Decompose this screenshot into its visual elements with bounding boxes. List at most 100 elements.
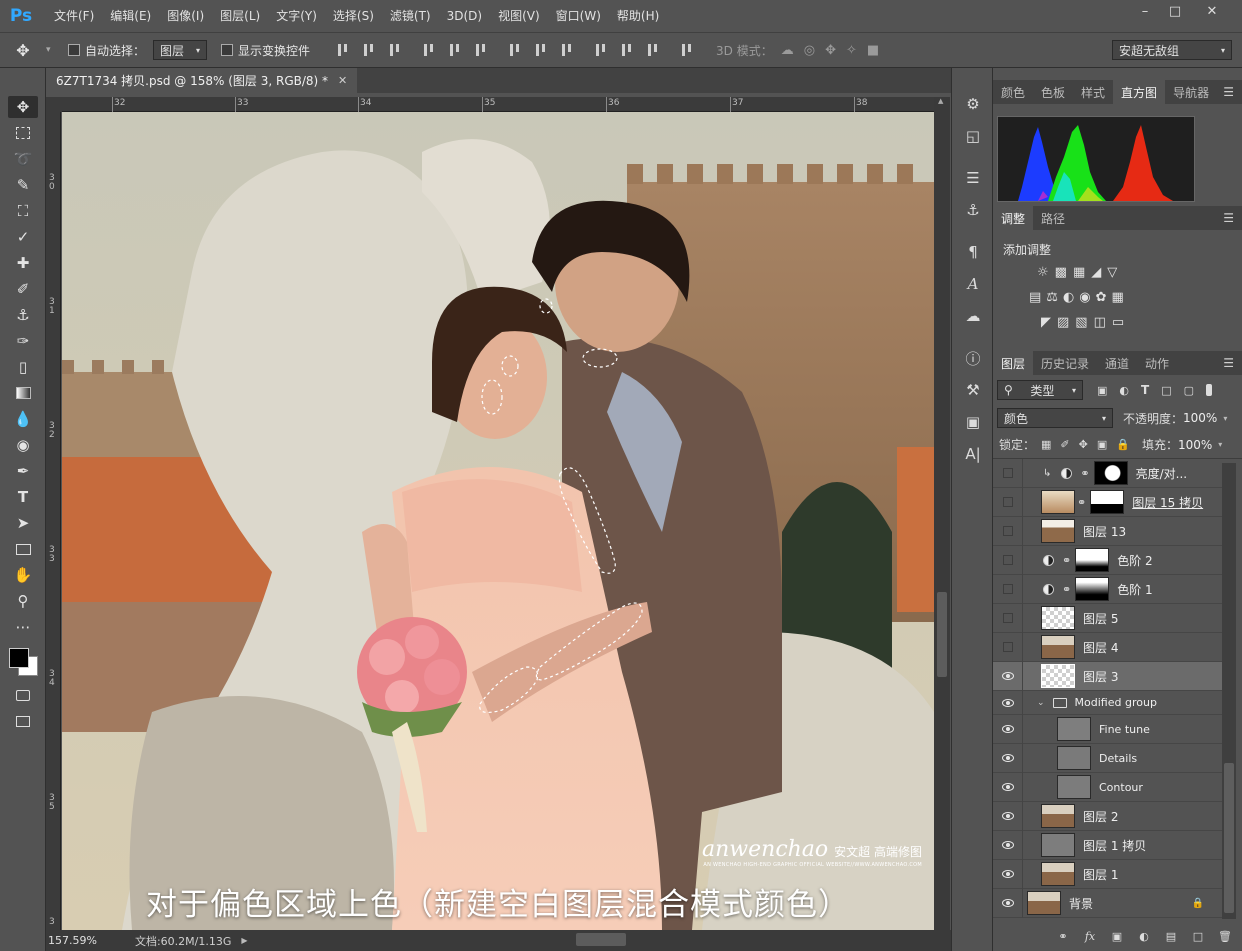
- add-mask-icon[interactable]: ▣: [1110, 930, 1124, 944]
- tab-styles[interactable]: 样式: [1073, 80, 1113, 104]
- align-left-icon[interactable]: [422, 42, 436, 58]
- lock-position-icon[interactable]: ✥: [1079, 438, 1088, 451]
- info-icon[interactable]: ⓘ: [958, 344, 988, 372]
- gradient-map-icon[interactable]: ▭: [1112, 315, 1124, 330]
- eyedropper-tool-icon[interactable]: ✓: [8, 226, 38, 248]
- fx-icon[interactable]: fx: [1083, 930, 1097, 944]
- layer-row[interactable]: Fine tune: [993, 714, 1222, 744]
- color-lookup-icon[interactable]: ▦: [1112, 290, 1124, 305]
- distribute-right-icon[interactable]: [646, 42, 660, 58]
- menu-help[interactable]: 帮助(H): [609, 0, 667, 32]
- photo-filter-icon[interactable]: ◉: [1079, 290, 1090, 305]
- auto-select-target-select[interactable]: 图层 ▾: [153, 40, 208, 60]
- zoom-level[interactable]: 157.59%: [48, 934, 97, 947]
- visibility-toggle[interactable]: [993, 574, 1023, 604]
- layer-row[interactable]: 图层 1: [993, 859, 1222, 889]
- align-bottom-icon[interactable]: [388, 42, 402, 58]
- status-menu-icon[interactable]: ▶: [241, 936, 247, 945]
- tab-color[interactable]: 颜色: [993, 80, 1033, 104]
- distribute-hcenter-icon[interactable]: [620, 42, 634, 58]
- lasso-tool-icon[interactable]: ➰: [8, 148, 38, 170]
- layer-row[interactable]: 图层 5: [993, 603, 1222, 633]
- opacity-value[interactable]: 100%: [1183, 411, 1217, 425]
- close-icon[interactable]: ✕: [1197, 0, 1227, 22]
- brightness-contrast-icon[interactable]: ☼: [1037, 265, 1049, 280]
- new-adjustment-icon[interactable]: ◐: [1137, 930, 1151, 944]
- color-balance-icon[interactable]: ⚖: [1046, 290, 1058, 305]
- visibility-toggle[interactable]: [993, 458, 1023, 488]
- doc-size[interactable]: 文档:60.2M/1.13G: [135, 933, 231, 949]
- tab-swatches[interactable]: 色板: [1033, 80, 1073, 104]
- close-tab-icon[interactable]: ✕: [338, 74, 347, 87]
- properties-icon[interactable]: ☰: [958, 164, 988, 192]
- visibility-toggle[interactable]: [993, 516, 1023, 546]
- layer-mask-thumbnail[interactable]: [1093, 461, 1128, 485]
- vertical-scrollbar[interactable]: ▲: [934, 97, 950, 930]
- align-top-icon[interactable]: [336, 42, 350, 58]
- quick-mask-icon[interactable]: [8, 684, 38, 706]
- healing-brush-tool-icon[interactable]: ✚: [8, 252, 38, 274]
- menu-3d[interactable]: 3D(D): [439, 0, 490, 32]
- visibility-toggle[interactable]: [993, 772, 1023, 802]
- fill-value[interactable]: 100%: [1178, 438, 1212, 452]
- black-white-icon[interactable]: ◐: [1063, 290, 1074, 305]
- gradient-tool-icon[interactable]: [8, 382, 38, 404]
- visibility-toggle[interactable]: [993, 859, 1023, 889]
- align-right-icon[interactable]: [474, 42, 488, 58]
- filter-pixel-icon[interactable]: ▣: [1097, 384, 1107, 397]
- show-transform-checkbox[interactable]: [221, 44, 234, 56]
- menu-layer[interactable]: 图层(L): [212, 0, 268, 32]
- visibility-toggle[interactable]: [993, 487, 1023, 517]
- layer-row[interactable]: 图层 2: [993, 801, 1222, 831]
- transform-icon[interactable]: ◱: [958, 122, 988, 150]
- filter-toggle-icon[interactable]: [1206, 384, 1213, 396]
- tab-paths[interactable]: 路径: [1033, 206, 1073, 230]
- move-tool-icon[interactable]: ✥: [8, 96, 38, 118]
- layer-row[interactable]: 图层 1 拷贝: [993, 830, 1222, 860]
- delete-layer-icon[interactable]: 🗑: [1218, 930, 1232, 944]
- clone-stamp-tool-icon[interactable]: ⚓: [8, 304, 38, 326]
- curves-icon[interactable]: ▦: [1073, 265, 1085, 280]
- panel-menu-icon[interactable]: ☰: [1223, 356, 1234, 370]
- visibility-toggle[interactable]: [993, 830, 1023, 860]
- visibility-toggle[interactable]: [993, 545, 1023, 575]
- tab-navigator[interactable]: 导航器: [1165, 80, 1217, 104]
- align-hcenter-icon[interactable]: [448, 42, 462, 58]
- layer-row[interactable]: 背景 🔒: [993, 888, 1222, 918]
- menu-file[interactable]: 文件(F): [46, 0, 102, 32]
- align-vcenter-icon[interactable]: [362, 42, 376, 58]
- maximize-icon[interactable]: □: [1160, 0, 1190, 22]
- vibrance-icon[interactable]: ▽: [1107, 265, 1117, 280]
- panel-menu-icon[interactable]: ☰: [1223, 85, 1234, 99]
- distribute-bottom-icon[interactable]: [560, 42, 574, 58]
- glyphs-icon[interactable]: A|: [958, 440, 988, 468]
- layer-row[interactable]: Contour: [993, 772, 1222, 802]
- tab-history[interactable]: 历史记录: [1033, 351, 1097, 375]
- quick-select-tool-icon[interactable]: ✎: [8, 174, 38, 196]
- menu-filter[interactable]: 滤镜(T): [382, 0, 439, 32]
- 3d-slide-icon[interactable]: ✧: [846, 43, 857, 58]
- layer-row[interactable]: ↳ ⚭ 亮度/对...: [993, 458, 1222, 488]
- 3d-pan-icon[interactable]: ✥: [825, 43, 836, 58]
- scroll-up-icon[interactable]: ▲: [938, 97, 943, 105]
- layer-row[interactable]: ⚭ 色阶 2: [993, 545, 1222, 575]
- path-selection-tool-icon[interactable]: ➤: [8, 512, 38, 534]
- layers-scroll-thumb[interactable]: [1224, 763, 1234, 913]
- layers-scrollbar[interactable]: [1222, 463, 1236, 919]
- workspace-select[interactable]: 安超无敌组 ▾: [1112, 40, 1232, 60]
- 3d-roll-icon[interactable]: ◎: [804, 43, 815, 58]
- chevron-down-icon[interactable]: ⌄: [1037, 698, 1045, 708]
- posterize-icon[interactable]: ▨: [1057, 315, 1069, 330]
- history-brush-tool-icon[interactable]: ✑: [8, 330, 38, 352]
- marquee-tool-icon[interactable]: [8, 122, 38, 144]
- layer-mask-thumbnail[interactable]: [1075, 548, 1110, 572]
- visibility-toggle[interactable]: [993, 632, 1023, 662]
- menu-type[interactable]: 文字(Y): [268, 0, 325, 32]
- invert-icon[interactable]: ◤: [1041, 315, 1051, 330]
- dodge-tool-icon[interactable]: ◉: [8, 434, 38, 456]
- color-swatches[interactable]: [0, 642, 45, 684]
- panel-menu-icon[interactable]: ☰: [1223, 211, 1234, 225]
- minimize-icon[interactable]: –: [1130, 0, 1160, 22]
- more-tools-icon[interactable]: ⋯: [8, 616, 38, 638]
- libraries-icon[interactable]: ☁: [958, 302, 988, 330]
